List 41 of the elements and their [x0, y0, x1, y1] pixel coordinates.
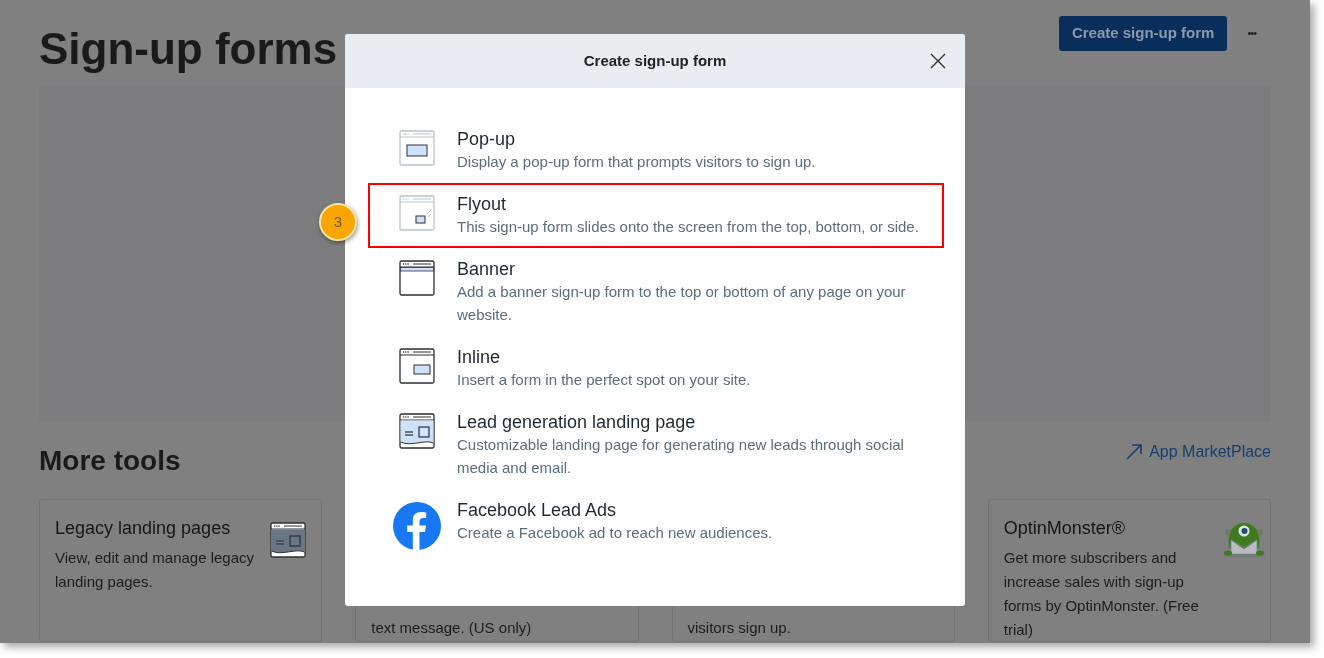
- tool-description: Get more subscribers and increase sales with sign-up forms by OptinMonster. (Free trial): [1003, 548, 1200, 640]
- form-type-option[interactable]: Lead generation landing page Customizable landing page for generating new leads through social media and email.: [368, 401, 944, 489]
- form-type-option[interactable]: Pop-up Display a pop-up form that prompts visitors to sign up.: [368, 118, 944, 183]
- option-title: Inline: [457, 346, 502, 368]
- landing-page-icon: [399, 413, 435, 449]
- page-title: Sign-up forms: [39, 24, 338, 74]
- facebook-icon: [392, 501, 442, 551]
- inline-window-icon: [399, 348, 435, 384]
- option-title: Banner: [457, 258, 517, 280]
- tool-title: Legacy landing pages: [55, 517, 232, 540]
- tool-description: visitors sign up.: [687, 618, 792, 638]
- banner-window-icon: [399, 260, 435, 296]
- form-type-option[interactable]: Flyout This sign-up form slides onto the screen from the top, bottom, or side.: [368, 183, 944, 248]
- tool-card[interactable]: Legacy landing pages View, edit and manage legacy landing pages.: [39, 499, 323, 642]
- option-description: This sign-up form slides onto the screen from the top, bottom, or side.: [457, 217, 919, 237]
- tool-description: View, edit and manage legacy landing pages.: [55, 548, 256, 592]
- option-title: Flyout: [457, 193, 508, 215]
- dialog-title: Create sign-up form: [583, 50, 727, 71]
- option-description: Customizable landing page for generating new leads through social media and email.: [457, 435, 905, 478]
- create-form-button[interactable]: Create sign-up form: [1058, 15, 1228, 51]
- option-title: Pop-up: [457, 128, 517, 150]
- option-description: Display a pop-up form that prompts visitors to sign up.: [457, 152, 816, 172]
- close-button[interactable]: [928, 51, 948, 71]
- form-type-option[interactable]: Inline Insert a form in the perfect spot on your site.: [368, 336, 944, 401]
- popup-window-icon: [399, 130, 435, 166]
- option-description: Insert a form in the perfect spot on your site.: [457, 370, 751, 390]
- form-type-option[interactable]: Facebook Lead Ads Create a Facebook ad to reach new audiences.: [368, 489, 944, 561]
- option-description: Create a Facebook ad to reach new audiences.: [457, 523, 773, 543]
- landing-page-icon: [270, 522, 306, 558]
- flyout-window-icon: [399, 195, 435, 231]
- option-description: Add a banner sign-up form to the top or bottom of any page on your website.: [457, 282, 907, 325]
- tool-card[interactable]: OptinMonster® Get more subscribers and increase sales with sign-up forms by OptinMonster. (Free trial): [987, 499, 1271, 642]
- tool-title: OptinMonster®: [1003, 517, 1127, 540]
- section-title: More tools: [39, 444, 181, 478]
- more-options-button[interactable]: •••: [1245, 24, 1258, 42]
- tool-description: text message. (US only): [371, 618, 533, 638]
- option-title: Facebook Lead Ads: [457, 499, 618, 521]
- close-icon: [928, 51, 948, 71]
- external-arrow-icon: [1125, 443, 1144, 461]
- form-type-option[interactable]: Banner Add a banner sign-up form to the top or bottom of any page on your website.: [368, 248, 944, 336]
- option-title: Lead generation landing page: [457, 411, 697, 433]
